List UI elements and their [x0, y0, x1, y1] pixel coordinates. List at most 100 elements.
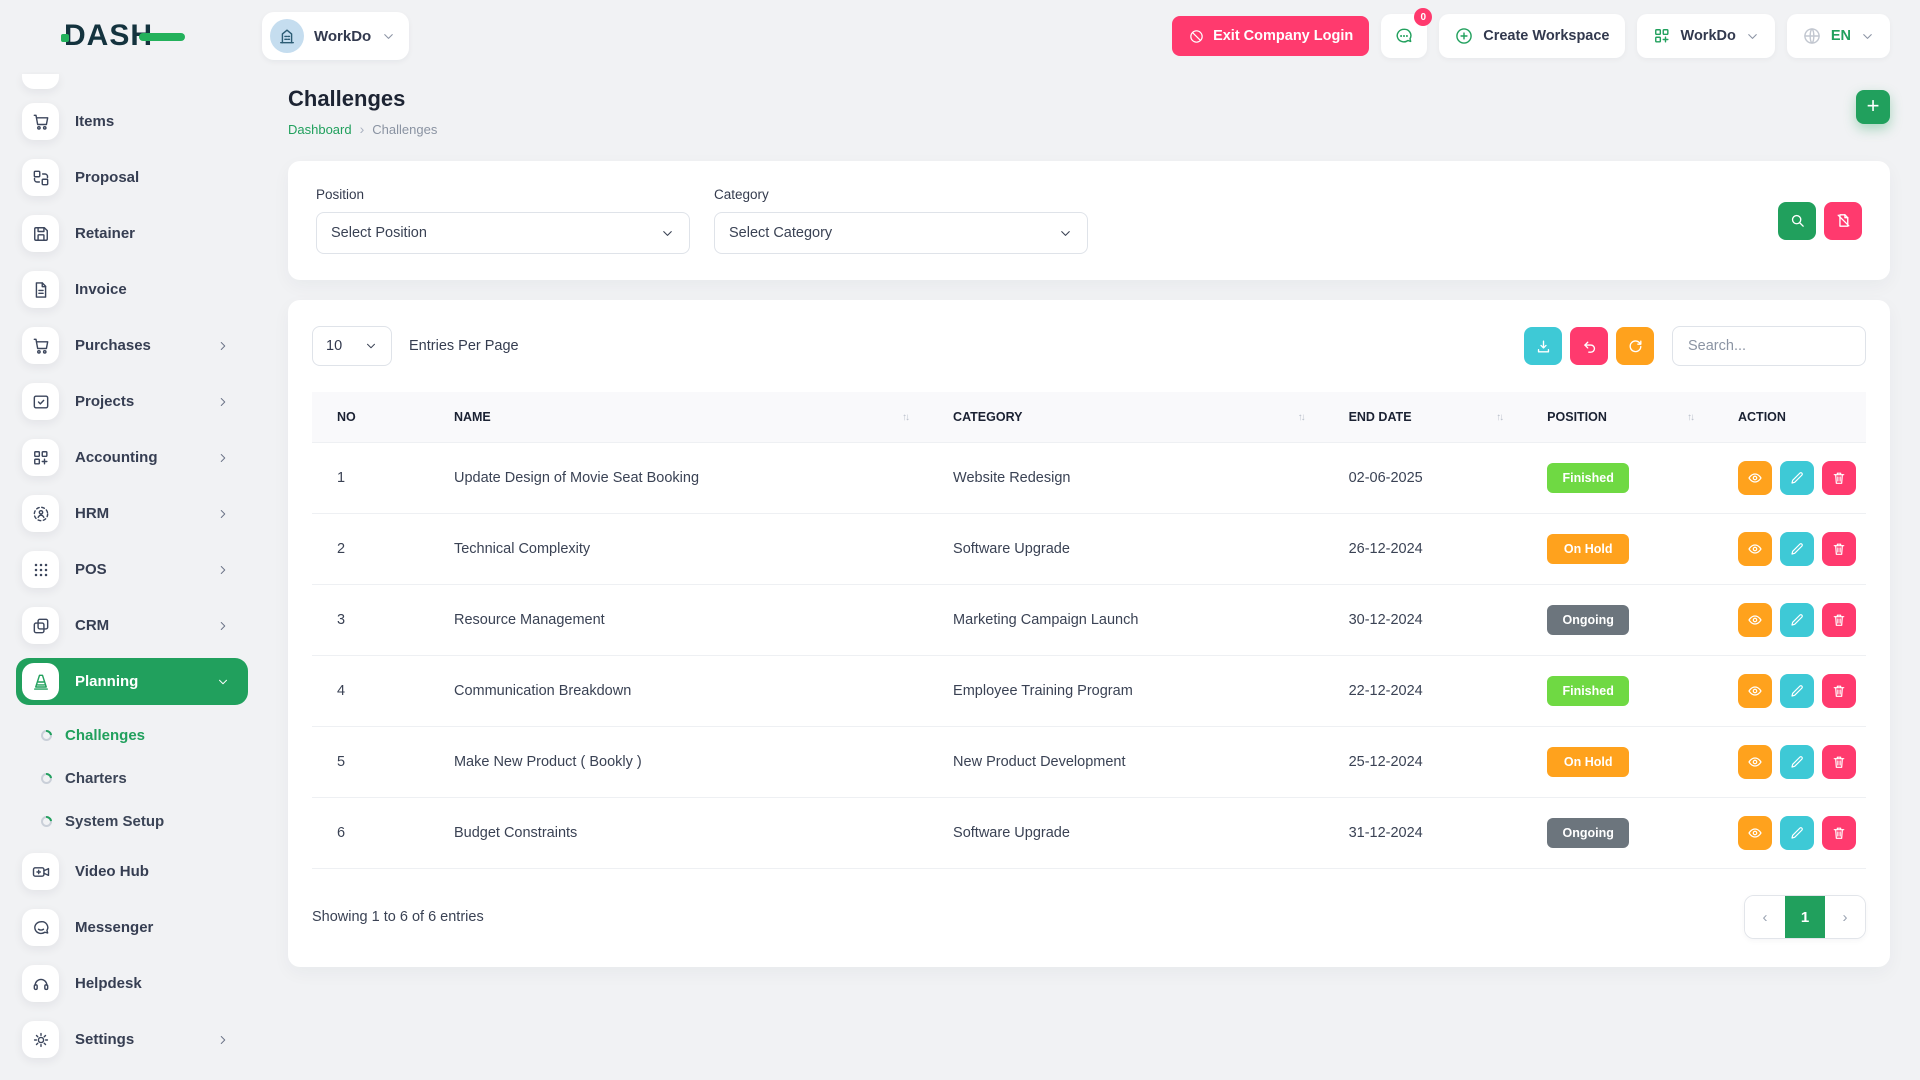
- workspace-selector[interactable]: WorkDo: [262, 12, 409, 60]
- workspace-menu-label: WorkDo: [1681, 28, 1736, 44]
- create-workspace-button[interactable]: Create Workspace: [1439, 14, 1624, 58]
- sidebar-item-label: Video Hub: [75, 863, 149, 880]
- globe-icon: [1802, 26, 1822, 46]
- clear-filter-button[interactable]: [1824, 202, 1862, 240]
- sidebar-item-label: Planning: [75, 673, 138, 690]
- cell-no: 4: [312, 656, 429, 727]
- breadcrumb-dashboard-link[interactable]: Dashboard: [288, 122, 352, 137]
- edit-button[interactable]: [1780, 674, 1814, 708]
- cell-category: Website Redesign: [928, 443, 1324, 514]
- challenges-table-panel: 10 Entries Per Page NO NAME CA: [288, 300, 1890, 967]
- chevron-down-icon: [1860, 29, 1875, 44]
- status-badge: On Hold: [1547, 534, 1629, 564]
- edit-button[interactable]: [1780, 603, 1814, 637]
- undo-button[interactable]: [1570, 327, 1608, 365]
- exit-company-login-button[interactable]: Exit Company Login: [1172, 16, 1369, 56]
- breadcrumb: Dashboard Challenges: [288, 121, 437, 137]
- entries-per-page-value: 10: [326, 338, 342, 354]
- cell-position: On Hold: [1522, 727, 1713, 798]
- chat-bubble-icon: [22, 909, 59, 946]
- sidebar-item-messenger[interactable]: Messenger: [16, 904, 248, 951]
- sidebar-item-planning[interactable]: Planning: [16, 658, 248, 705]
- cell-name: Make New Product ( Bookly ): [429, 727, 928, 798]
- gear-icon: [22, 1021, 59, 1058]
- view-button[interactable]: [1738, 532, 1772, 566]
- sidebar-item-retainer[interactable]: Retainer: [16, 210, 248, 257]
- table-row: 2 Technical Complexity Software Upgrade …: [312, 514, 1866, 585]
- view-button[interactable]: [1738, 674, 1772, 708]
- save-icon: [22, 215, 59, 252]
- sidebar-item-settings[interactable]: Settings: [16, 1016, 248, 1063]
- refresh-icon: [1627, 338, 1644, 355]
- table-search-input[interactable]: [1672, 326, 1866, 366]
- delete-button[interactable]: [1822, 745, 1856, 779]
- sidebar-item-pos[interactable]: POS: [16, 546, 248, 593]
- entries-per-page-select[interactable]: 10: [312, 326, 392, 366]
- sidebar-subitem-challenges[interactable]: Challenges: [16, 714, 262, 757]
- cell-end-date: 26-12-2024: [1324, 514, 1523, 585]
- sidebar-subitem-label: Challenges: [65, 727, 145, 744]
- grid-plus-icon: [22, 439, 59, 476]
- delete-button[interactable]: [1822, 532, 1856, 566]
- language-selector[interactable]: EN: [1787, 14, 1890, 58]
- add-challenge-button[interactable]: [1856, 90, 1890, 124]
- delete-button[interactable]: [1822, 461, 1856, 495]
- cell-action: [1713, 798, 1866, 869]
- view-button[interactable]: [1738, 745, 1772, 779]
- chat-icon: [1394, 26, 1414, 46]
- sidebar-item-accounting[interactable]: Accounting: [16, 434, 248, 481]
- logo-dash-bar: [139, 33, 185, 41]
- messages-button[interactable]: 0: [1381, 14, 1427, 58]
- pagination-next-button[interactable]: ›: [1825, 896, 1865, 938]
- position-filter-select[interactable]: Select Position: [316, 212, 690, 254]
- eye-icon: [1747, 612, 1763, 628]
- sidebar-item-purchases[interactable]: Purchases: [16, 322, 248, 369]
- edit-button[interactable]: [1780, 532, 1814, 566]
- sidebar-item-label: POS: [75, 561, 107, 578]
- download-icon: [1535, 338, 1552, 355]
- view-button[interactable]: [1738, 603, 1772, 637]
- delete-button[interactable]: [1822, 816, 1856, 850]
- cell-name: Technical Complexity: [429, 514, 928, 585]
- export-button[interactable]: [1524, 327, 1562, 365]
- sidebar-item-label: Accounting: [75, 449, 158, 466]
- sidebar-item-video-hub[interactable]: Video Hub: [16, 848, 248, 895]
- cell-action: [1713, 656, 1866, 727]
- category-filter-value: Select Category: [729, 225, 832, 241]
- sidebar-subitem-charters[interactable]: Charters: [16, 757, 262, 800]
- edit-button[interactable]: [1780, 461, 1814, 495]
- sidebar-item-projects[interactable]: Projects: [16, 378, 248, 425]
- cell-category: New Product Development: [928, 727, 1324, 798]
- pencil-icon: [1789, 470, 1805, 486]
- trash-icon: [1831, 470, 1847, 486]
- refresh-button[interactable]: [1616, 327, 1654, 365]
- apply-filter-button[interactable]: [1778, 202, 1816, 240]
- sort-icon[interactable]: [902, 412, 918, 423]
- delete-button[interactable]: [1822, 674, 1856, 708]
- chevron-down-icon: [1058, 226, 1073, 241]
- sidebar-item-crm[interactable]: CRM: [16, 602, 248, 649]
- edit-button[interactable]: [1780, 816, 1814, 850]
- pagination-prev-button[interactable]: ‹: [1745, 896, 1785, 938]
- sidebar-item-hrm[interactable]: HRM: [16, 490, 248, 537]
- pagination-page-1[interactable]: 1: [1785, 896, 1825, 938]
- sidebar-item-helpdesk[interactable]: Helpdesk: [16, 960, 248, 1007]
- sidebar-subitem-system-setup[interactable]: System Setup: [16, 800, 262, 843]
- sidebar-item-proposal[interactable]: Proposal: [16, 154, 248, 201]
- workspace-menu-button[interactable]: WorkDo: [1637, 14, 1775, 58]
- sort-icon[interactable]: [1298, 412, 1314, 423]
- column-header-name: NAME: [429, 392, 928, 443]
- cell-name: Budget Constraints: [429, 798, 928, 869]
- sort-icon[interactable]: [1496, 412, 1512, 423]
- chevron-right-icon: [216, 563, 230, 577]
- category-filter-select[interactable]: Select Category: [714, 212, 1088, 254]
- sort-icon[interactable]: [1687, 412, 1703, 423]
- delete-button[interactable]: [1822, 603, 1856, 637]
- sidebar-item-items[interactable]: Items: [16, 98, 248, 145]
- brand-logo[interactable]: DASH: [64, 19, 185, 53]
- sidebar-item-invoice[interactable]: Invoice: [16, 266, 248, 313]
- view-button[interactable]: [1738, 461, 1772, 495]
- category-filter-label: Category: [714, 187, 1088, 202]
- edit-button[interactable]: [1780, 745, 1814, 779]
- view-button[interactable]: [1738, 816, 1772, 850]
